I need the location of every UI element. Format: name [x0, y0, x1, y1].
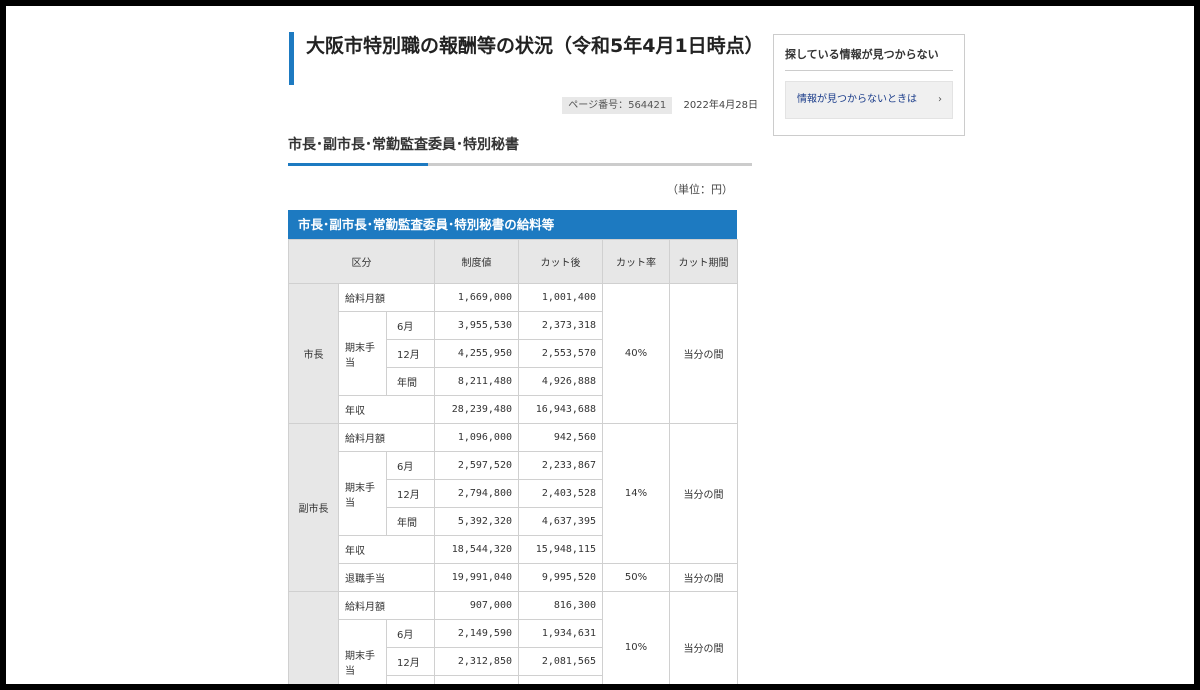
cell-value: 1,001,400 [518, 283, 603, 312]
help-link-label: 情報が見つからないときは [797, 94, 917, 105]
cell-value: 2,403,528 [518, 479, 603, 508]
chevron-right-icon: › [938, 94, 942, 105]
row-sublabel: 6月 [386, 451, 435, 480]
cell-value: 4,926,888 [518, 367, 603, 396]
cut-rate: 10% [602, 591, 670, 684]
header-cut-period: カット期間 [669, 239, 738, 284]
cell-value: 2,149,590 [434, 619, 519, 648]
row-sublabel: 6月 [386, 311, 435, 340]
table-row: 副市長 給料月額 1,096,000 942,560 14% 当分の間 [288, 423, 738, 592]
cell-value: 2,373,318 [518, 311, 603, 340]
cell-value: 2,794,800 [434, 479, 519, 508]
cell-value: 942,560 [518, 423, 603, 452]
row-label: 給料月額 [338, 283, 435, 312]
cell-value: 9,995,520 [518, 563, 603, 592]
section-heading: 市長･副市長･常勤監査委員･特別秘書 [288, 132, 752, 166]
row-sublabel [386, 675, 435, 684]
unit-note: （単位：円） [667, 183, 733, 196]
table-caption: 市長･副市長･常勤監査委員･特別秘書の給料等 [288, 210, 737, 239]
table-row: 退職手当 19,991,040 9,995,520 50% 当分の間 [289, 563, 738, 592]
row-label: 給料月額 [338, 591, 435, 620]
header-standard: 制度値 [434, 239, 519, 284]
cell-value: 18,544,320 [434, 535, 519, 564]
sidebar-help-box: 探している情報が見つからない 情報が見つからないときは › [773, 34, 965, 136]
group-mayor: 市長 [288, 283, 339, 424]
heading-accent-underline [288, 163, 428, 166]
header-cut-rate: カット率 [602, 239, 670, 284]
cell-value [518, 675, 603, 684]
cell-value: 8,211,480 [434, 367, 519, 396]
row-label: 期末手当 [338, 451, 387, 536]
page-meta: ページ番号：564421 2022年4月28日 [562, 96, 758, 114]
row-sublabel: 年間 [386, 367, 435, 396]
row-sublabel: 12月 [386, 647, 435, 676]
header-category: 区分 [288, 239, 435, 284]
cut-rate: 14% [602, 423, 670, 564]
cell-value: 4,637,395 [518, 507, 603, 536]
cell-value: 2,312,850 [434, 647, 519, 676]
row-label: 年収 [338, 535, 435, 564]
cell-value: 28,239,480 [434, 395, 519, 424]
browser-viewport: 大阪市特別職の報酬等の状況（令和5年4月1日時点） ページ番号：564421 2… [6, 6, 1194, 684]
cell-value: 1,934,631 [518, 619, 603, 648]
row-label: 期末手当 [338, 311, 387, 396]
table-row: 市長 給料月額 1,669,000 1,001,400 40% 当分の間 [288, 283, 738, 424]
row-sublabel: 6月 [386, 619, 435, 648]
group-education: 教育 [288, 591, 339, 684]
cut-rate: 50% [602, 563, 670, 592]
cut-period: 当分の間 [669, 423, 738, 564]
cell-value: 4,255,950 [434, 339, 519, 368]
section-heading-text: 市長･副市長･常勤監査委員･特別秘書 [288, 137, 519, 153]
page-title: 大阪市特別職の報酬等の状況（令和5年4月1日時点） [306, 35, 764, 57]
cut-period: 当分の間 [669, 563, 738, 592]
group-vice-mayor: 副市長 [288, 423, 339, 592]
sidebar-title: 探している情報が見つからない [785, 46, 953, 71]
table-header-row: 区分 制度値 カット後 カット率 カット期間 [288, 239, 738, 284]
salary-table: 区分 制度値 カット後 カット率 カット期間 市長 給料月額 1,669,000… [288, 239, 738, 684]
help-link[interactable]: 情報が見つからないときは › [785, 81, 953, 119]
row-sublabel: 12月 [386, 479, 435, 508]
cell-value: 816,300 [518, 591, 603, 620]
row-sublabel: 12月 [386, 339, 435, 368]
header-after-cut: カット後 [518, 239, 603, 284]
page-number: ページ番号：564421 [562, 97, 673, 114]
cell-value: 907,000 [434, 591, 519, 620]
row-label: 期末手当 [338, 619, 387, 684]
cell-value: 1,669,000 [434, 283, 519, 312]
cell-value: 2,233,867 [518, 451, 603, 480]
cell-value: 16,943,688 [518, 395, 603, 424]
cut-period: 当分の間 [669, 591, 738, 684]
table-row: 教育 給料月額 907,000 816,300 10% 当分の間 [288, 591, 738, 684]
cell-value: 3,955,530 [434, 311, 519, 340]
cell-value: 2,081,565 [518, 647, 603, 676]
cell-value: 15,948,115 [518, 535, 603, 564]
cell-value: 19,991,040 [434, 563, 519, 592]
row-sublabel: 年間 [386, 507, 435, 536]
title-accent-bar [289, 32, 294, 85]
cut-period: 当分の間 [669, 283, 738, 424]
cut-rate: 40% [602, 283, 670, 424]
cell-value: 5,392,320 [434, 507, 519, 536]
cell-value: 2,553,570 [518, 339, 603, 368]
cell-value: 2,597,520 [434, 451, 519, 480]
cell-value: 1,096,000 [434, 423, 519, 452]
row-label: 年収 [338, 395, 435, 424]
publish-date: 2022年4月28日 [683, 100, 758, 111]
cell-value [434, 675, 519, 684]
row-label: 給料月額 [338, 423, 435, 452]
row-label: 退職手当 [338, 563, 435, 592]
